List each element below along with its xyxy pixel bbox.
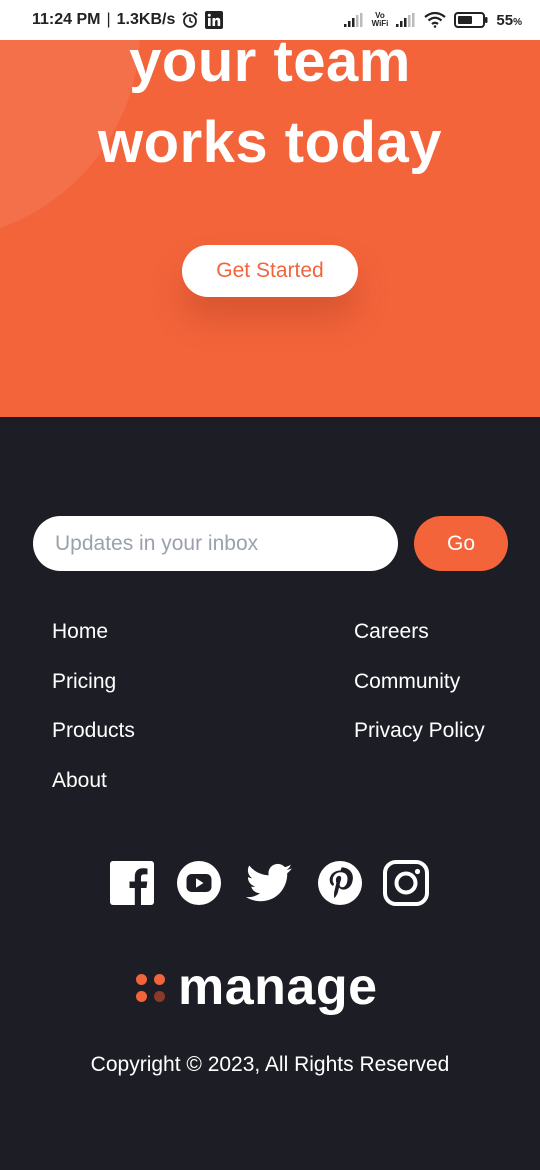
signal-icon-2 <box>396 13 416 27</box>
signal-icon <box>343 13 364 27</box>
battery-level: 55% <box>496 11 522 29</box>
footer-link-about[interactable]: About <box>52 765 135 815</box>
logo-wordmark: manage <box>178 958 378 1016</box>
logo-mark-icon <box>136 974 166 1004</box>
footer-link-pricing[interactable]: Pricing <box>52 666 135 716</box>
social-links <box>0 860 540 910</box>
status-time: 11:24 PM <box>32 11 101 28</box>
hero-title-line-1: your team <box>129 40 411 94</box>
newsletter-go-button[interactable]: Go <box>414 516 508 571</box>
hero-title-line-2: works today <box>98 110 442 175</box>
copyright-text: Copyright © 2023, All Rights Reserved <box>90 1053 450 1076</box>
status-bar: 11:24 PM | 1.3KB/s Vo WiFi 55% <box>0 0 540 40</box>
wifi-icon <box>424 12 447 28</box>
battery-unit: % <box>513 16 522 28</box>
footer-links-right: Careers Community Privacy Policy <box>354 616 485 765</box>
twitter-icon[interactable] <box>246 860 292 906</box>
linkedin-icon <box>205 11 224 29</box>
status-bar-left: 11:24 PM | 1.3KB/s <box>32 11 224 29</box>
brand-logo[interactable]: manage <box>0 959 540 1015</box>
hero-section: your team works today Get Started <box>0 40 540 417</box>
youtube-icon[interactable] <box>176 860 222 906</box>
status-bar-right: Vo WiFi 55% <box>343 11 522 29</box>
status-separator: | <box>106 11 111 28</box>
alarm-icon <box>181 11 199 29</box>
battery-icon <box>454 12 488 28</box>
vowifi-icon: Vo WiFi <box>372 12 389 28</box>
footer-link-careers[interactable]: Careers <box>354 616 485 666</box>
facebook-icon[interactable] <box>109 860 155 906</box>
get-started-button[interactable]: Get Started <box>182 245 358 297</box>
footer-links-left: Home Pricing Products About <box>52 616 135 814</box>
instagram-icon[interactable] <box>383 860 429 906</box>
vowifi-bottom-label: WiFi <box>371 19 389 28</box>
pinterest-icon[interactable] <box>317 860 363 906</box>
footer-link-community[interactable]: Community <box>354 666 485 716</box>
footer-link-privacy-policy[interactable]: Privacy Policy <box>354 715 485 765</box>
footer: Go Home Pricing Products About Careers C… <box>0 417 540 1170</box>
footer-link-products[interactable]: Products <box>52 715 135 765</box>
status-net-speed: 1.3KB/s <box>116 11 176 28</box>
newsletter-email-input[interactable] <box>33 516 398 571</box>
footer-link-home[interactable]: Home <box>52 616 135 666</box>
